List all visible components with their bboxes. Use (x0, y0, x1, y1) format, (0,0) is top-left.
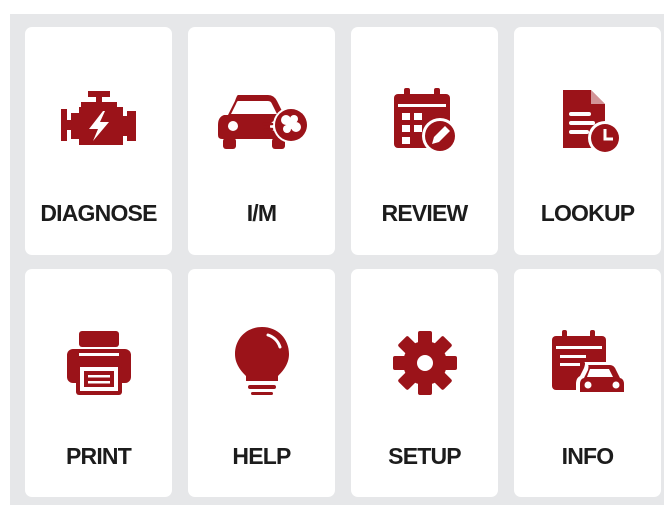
tile-label: REVIEW (381, 200, 469, 226)
tile-review[interactable]: REVIEW (351, 27, 498, 255)
tile-print[interactable]: PRINT (25, 269, 172, 497)
tile-lookup[interactable]: LOOKUP (514, 27, 661, 255)
document-clock-icon (514, 85, 661, 157)
tile-help[interactable]: HELP (188, 269, 335, 497)
gear-icon (351, 327, 498, 399)
main-menu: DIAGNOSE I/M REVIEW LOOKUP PRINT HELP SE… (10, 14, 664, 505)
tile-info[interactable]: INFO (514, 269, 661, 497)
tile-label: I/M (246, 200, 277, 226)
tile-label: INFO (561, 443, 615, 469)
printer-icon (25, 327, 172, 399)
tile-setup[interactable]: SETUP (351, 269, 498, 497)
tile-label: HELP (232, 443, 291, 469)
calendar-edit-icon (351, 85, 498, 157)
lightbulb-icon (188, 327, 335, 399)
tile-diagnose[interactable]: DIAGNOSE (25, 27, 172, 255)
tile-label: SETUP (388, 443, 461, 469)
tile-im[interactable]: I/M (188, 27, 335, 255)
calendar-car-icon (514, 327, 661, 399)
tile-label: DIAGNOSE (40, 200, 157, 226)
engine-icon (25, 85, 172, 157)
car-emission-icon (188, 85, 335, 157)
tile-label: LOOKUP (540, 200, 635, 226)
tile-label: PRINT (65, 443, 132, 469)
